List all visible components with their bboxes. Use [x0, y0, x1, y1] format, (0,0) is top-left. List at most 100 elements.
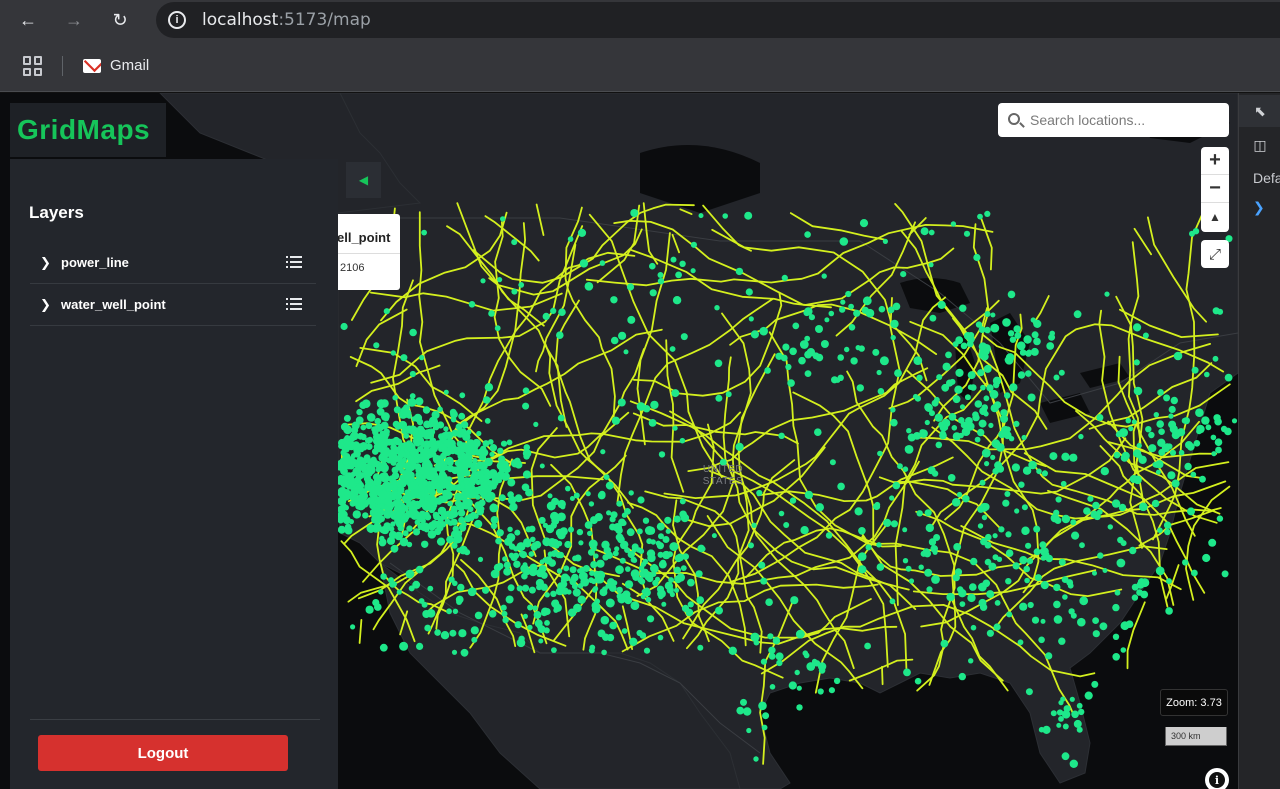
water-well-point[interactable] — [496, 529, 504, 537]
water-well-point[interactable] — [1190, 471, 1197, 478]
water-well-point[interactable] — [1164, 528, 1171, 536]
water-well-point[interactable] — [658, 560, 667, 569]
water-well-point[interactable] — [455, 530, 463, 538]
water-well-point[interactable] — [1014, 332, 1022, 339]
water-well-point[interactable] — [358, 487, 366, 496]
water-well-point[interactable] — [615, 614, 622, 621]
water-well-point[interactable] — [1066, 579, 1074, 586]
water-well-point[interactable] — [864, 642, 871, 650]
water-well-point[interactable] — [977, 428, 985, 437]
water-well-point[interactable] — [1114, 589, 1121, 596]
water-well-point[interactable] — [482, 586, 490, 594]
water-well-point[interactable] — [553, 603, 562, 612]
water-well-point[interactable] — [1193, 440, 1201, 447]
water-well-point[interactable] — [1112, 653, 1120, 661]
water-well-point[interactable] — [1056, 709, 1064, 716]
water-well-point[interactable] — [579, 259, 589, 268]
water-well-point[interactable] — [1117, 536, 1124, 544]
water-well-point[interactable] — [1214, 438, 1223, 447]
zoom-in-button[interactable]: + — [1201, 147, 1229, 175]
water-well-point[interactable] — [679, 437, 686, 444]
water-well-point[interactable] — [467, 506, 474, 513]
water-well-point[interactable] — [978, 419, 987, 428]
water-well-point[interactable] — [916, 374, 923, 381]
water-well-point[interactable] — [610, 336, 619, 345]
water-well-point[interactable] — [986, 629, 995, 637]
water-well-point[interactable] — [815, 325, 823, 333]
water-well-point[interactable] — [814, 428, 822, 437]
water-well-point[interactable] — [434, 629, 441, 636]
water-well-point[interactable] — [1021, 504, 1028, 511]
water-well-point[interactable] — [462, 445, 471, 453]
water-well-point[interactable] — [1092, 501, 1100, 510]
water-well-point[interactable] — [940, 639, 949, 648]
water-well-point[interactable] — [902, 527, 908, 533]
water-well-point[interactable] — [406, 413, 412, 419]
water-well-point[interactable] — [1191, 366, 1199, 374]
water-well-point[interactable] — [1004, 356, 1011, 363]
water-well-point[interactable] — [463, 479, 470, 485]
water-well-point[interactable] — [645, 596, 652, 603]
water-well-point[interactable] — [414, 519, 420, 525]
water-well-point[interactable] — [609, 621, 618, 630]
water-well-point[interactable] — [1231, 418, 1238, 424]
water-well-point[interactable] — [454, 484, 461, 491]
water-well-point[interactable] — [675, 271, 682, 279]
water-well-point[interactable] — [605, 481, 614, 490]
water-well-point[interactable] — [538, 638, 544, 644]
water-well-point[interactable] — [833, 677, 841, 685]
water-well-point[interactable] — [1157, 389, 1164, 396]
water-well-point[interactable] — [769, 684, 776, 690]
water-well-point[interactable] — [619, 557, 626, 564]
water-well-point[interactable] — [1033, 525, 1041, 533]
water-well-point[interactable] — [1111, 499, 1121, 508]
water-well-point[interactable] — [629, 637, 638, 646]
water-well-point[interactable] — [470, 626, 479, 635]
water-well-point[interactable] — [934, 413, 943, 422]
water-well-point[interactable] — [350, 431, 359, 441]
water-well-point[interactable] — [471, 636, 478, 643]
water-well-point[interactable] — [558, 308, 566, 316]
water-well-point[interactable] — [697, 644, 704, 651]
water-well-point[interactable] — [857, 552, 867, 561]
water-well-point[interactable] — [482, 440, 490, 447]
toggle-panel-icon[interactable]: ◫ — [1239, 129, 1280, 161]
water-well-point[interactable] — [497, 447, 504, 454]
water-well-point[interactable] — [440, 495, 448, 503]
water-well-point[interactable] — [698, 213, 704, 219]
water-well-point[interactable] — [794, 669, 800, 676]
water-well-point[interactable] — [764, 367, 771, 374]
water-well-point[interactable] — [505, 595, 514, 604]
water-well-point[interactable] — [390, 350, 396, 356]
water-well-point[interactable] — [476, 507, 485, 516]
attribution-button[interactable]: i — [1205, 768, 1229, 789]
water-well-point[interactable] — [906, 428, 912, 434]
water-well-point[interactable] — [1102, 568, 1108, 573]
water-well-point[interactable] — [825, 532, 833, 539]
water-well-point[interactable] — [456, 450, 462, 456]
water-well-point[interactable] — [368, 527, 374, 533]
water-well-point[interactable] — [855, 345, 861, 351]
water-well-point[interactable] — [876, 542, 882, 548]
water-well-point[interactable] — [914, 677, 922, 685]
water-well-point[interactable] — [484, 494, 494, 503]
water-well-point[interactable] — [585, 491, 591, 497]
water-well-point[interactable] — [1120, 454, 1129, 462]
water-well-point[interactable] — [612, 550, 619, 557]
water-well-point[interactable] — [1148, 431, 1155, 439]
water-well-point[interactable] — [521, 483, 530, 492]
water-well-point[interactable] — [1208, 538, 1217, 547]
water-well-point[interactable] — [365, 443, 373, 450]
water-well-point[interactable] — [722, 213, 728, 219]
water-well-point[interactable] — [815, 353, 824, 362]
water-well-point[interactable] — [1171, 479, 1180, 488]
water-well-point[interactable] — [905, 565, 912, 572]
water-well-point[interactable] — [1078, 708, 1085, 716]
water-well-point[interactable] — [582, 565, 590, 572]
water-well-point[interactable] — [642, 588, 651, 597]
water-well-point[interactable] — [497, 462, 505, 470]
water-well-point[interactable] — [501, 610, 508, 617]
water-well-point[interactable] — [1055, 496, 1062, 503]
water-well-point[interactable] — [1192, 228, 1200, 235]
water-well-point[interactable] — [443, 389, 449, 395]
